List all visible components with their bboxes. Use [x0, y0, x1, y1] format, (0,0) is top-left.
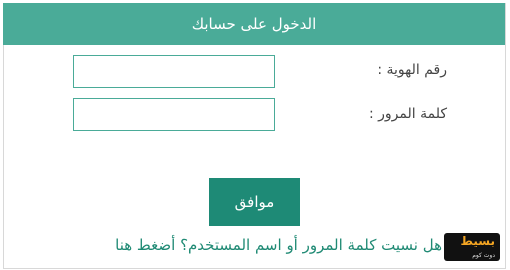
- id-number-label: رقم الهوية :: [377, 62, 447, 78]
- forgot-credentials-link[interactable]: هل نسيت كلمة المرور أو اسم المستخدم؟ أضغ…: [115, 236, 442, 254]
- panel-title: الدخول على حسابك: [191, 15, 317, 33]
- watermark-sub-text: دوت كوم: [472, 252, 495, 259]
- watermark-main-text: بسيط: [460, 234, 495, 248]
- submit-button[interactable]: موافق: [209, 178, 300, 226]
- password-label: كلمة المرور :: [368, 106, 447, 122]
- site-watermark-logo: بسيط دوت كوم: [444, 233, 500, 261]
- id-number-input[interactable]: [73, 55, 275, 88]
- panel-header: الدخول على حسابك: [3, 3, 505, 45]
- password-input[interactable]: [73, 98, 275, 131]
